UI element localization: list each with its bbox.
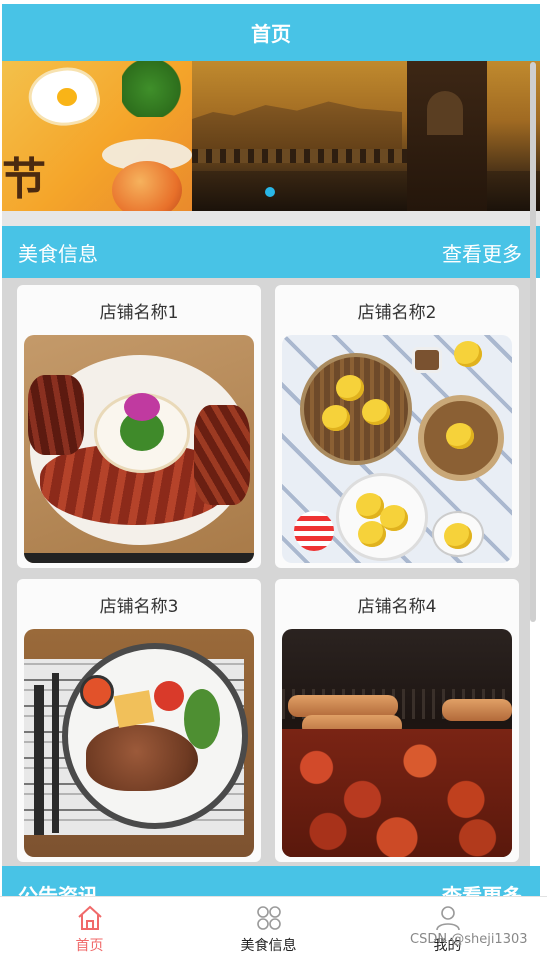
- food-more-link[interactable]: 查看更多: [442, 238, 522, 267]
- store-photo: [24, 629, 254, 857]
- tab-label: 美食信息: [240, 938, 297, 954]
- skewer-graphic: [288, 695, 398, 717]
- bun-graphic: [358, 521, 386, 547]
- bun-graphic: [336, 375, 364, 401]
- bridge-graphic: [192, 149, 412, 163]
- tower-graphic: [407, 61, 487, 211]
- flower-graphic: [124, 393, 160, 421]
- fork-graphic: [34, 685, 44, 835]
- river-graphic: [192, 171, 540, 211]
- herb-graphic: [184, 689, 220, 749]
- tray-graphic: [300, 353, 412, 465]
- user-icon: [435, 906, 460, 931]
- page-title: 首页: [251, 22, 291, 46]
- barbecue-pile-graphic: [282, 729, 512, 857]
- herb-graphic: [122, 61, 192, 117]
- top-navigation-bar: 首页: [2, 4, 540, 61]
- home-icon: [77, 905, 102, 930]
- tomato-graphic: [154, 681, 184, 711]
- meat-graphic: [194, 405, 250, 505]
- photo-strip: [24, 553, 254, 563]
- tower-window: [427, 91, 463, 135]
- store-photo: [282, 335, 512, 563]
- knife-graphic: [52, 673, 59, 833]
- skewer-graphic: [442, 699, 512, 721]
- bun-graphic: [446, 423, 474, 449]
- napkin-graphic: [294, 511, 334, 551]
- bun-graphic: [322, 405, 350, 431]
- yolk-graphic: [54, 85, 80, 109]
- banner-slide-cityscape: [192, 61, 540, 211]
- carousel-indicator-dot[interactable]: [265, 187, 275, 197]
- store-name: 店铺名称3: [99, 597, 179, 617]
- tab-food-info[interactable]: 美食信息: [179, 897, 358, 958]
- tab-home[interactable]: 首页: [0, 897, 179, 958]
- sauce-graphic: [80, 675, 114, 709]
- meat-graphic: [28, 375, 84, 455]
- store-name: 店铺名称2: [357, 303, 437, 323]
- tab-label: 首页: [75, 938, 104, 954]
- banner-slide-festival: 节: [2, 61, 192, 211]
- store-card[interactable]: 店铺名称4: [275, 579, 519, 862]
- store-photo: [24, 335, 254, 563]
- bun-graphic: [362, 399, 390, 425]
- banner-glyph: 节: [2, 154, 46, 205]
- store-card[interactable]: 店铺名称2: [275, 285, 519, 568]
- bottom-tab-bar: 首页 美食信息 我的: [0, 896, 547, 958]
- bun-graphic: [454, 341, 482, 367]
- store-photo: [282, 629, 512, 857]
- food-section-header: 美食信息 查看更多: [2, 226, 540, 278]
- bun-graphic: [444, 523, 472, 549]
- toast-graphic: [113, 690, 155, 728]
- store-name: 店铺名称1: [99, 303, 179, 323]
- section-divider: [2, 211, 540, 226]
- tab-mine[interactable]: 我的: [358, 897, 537, 958]
- store-card[interactable]: 店铺名称1: [17, 285, 261, 568]
- food-section-title: 美食信息: [18, 241, 98, 266]
- scrollbar[interactable]: [530, 62, 536, 622]
- cup-graphic: [412, 347, 442, 373]
- store-name: 店铺名称4: [357, 597, 437, 617]
- steak-graphic: [86, 725, 198, 791]
- store-card[interactable]: 店铺名称3: [17, 579, 261, 862]
- fruit-graphic: [112, 161, 182, 211]
- grid-icon: [256, 906, 281, 930]
- watermark-text: CSDN @sheji1303: [410, 932, 528, 947]
